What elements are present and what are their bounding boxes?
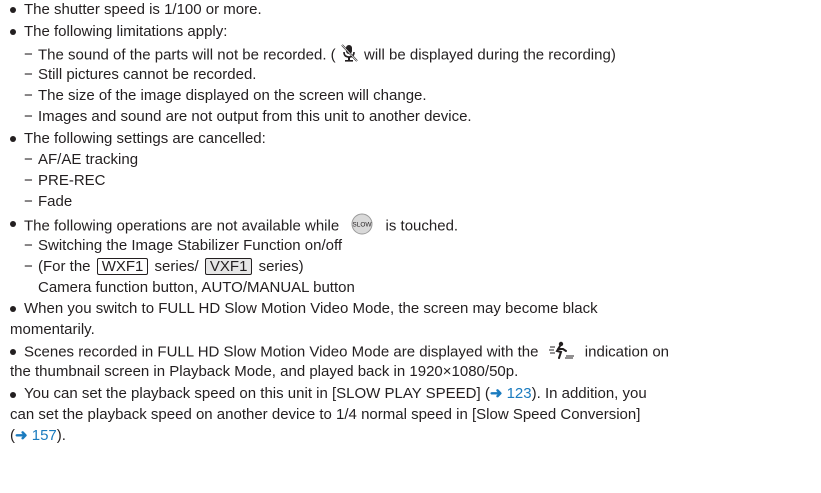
- bullet-screen-black-l2: momentarily.: [10, 321, 95, 338]
- bullet-settings-cancelled: The following settings are cancelled:: [24, 130, 266, 147]
- limitation-sound: − The sound of the parts will not be reco…: [24, 44, 616, 67]
- model-badge-wxf1: WXF1: [96, 258, 149, 275]
- operation-series-note: − (For the WXF1 series/ VXF1 series): [24, 258, 304, 275]
- svg-text:SLOW: SLOW: [353, 222, 373, 229]
- mute-microphone-icon: [340, 44, 360, 67]
- page-ref-arrow-icon: ➜: [15, 427, 28, 444]
- operation-camera-buttons: Camera function button, AUTO/MANUAL butt…: [38, 279, 355, 296]
- bullet-scenes-recorded-l2: the thumbnail screen in Playback Mode, a…: [10, 363, 519, 380]
- bullet-dot: [10, 306, 16, 312]
- bullet-dot: [10, 392, 16, 398]
- slow-motion-indication-icon: [548, 341, 575, 364]
- page-ref-arrow-icon: ➜: [489, 385, 503, 402]
- cancelled-pre-rec: − PRE-REC: [24, 172, 106, 189]
- limitation-image-size: − The size of the image displayed on the …: [24, 87, 427, 104]
- bullet-dot: [10, 29, 16, 35]
- bullet-dot: [10, 349, 16, 355]
- model-badge-vxf1: VXF1: [204, 258, 253, 275]
- bullet-playback-speed-l1: You can set the playback speed on this u…: [24, 385, 647, 402]
- page-ref-link-123[interactable]: 123: [507, 385, 532, 402]
- cancelled-fade: − Fade: [24, 193, 73, 210]
- slow-motion-button-icon: SLOW: [351, 213, 373, 240]
- bullet-playback-speed-l3: (➜ 157).: [10, 427, 66, 444]
- bullet-scenes-recorded-l1: Scenes recorded in FULL HD Slow Motion V…: [24, 341, 669, 364]
- limitation-output: − Images and sound are not output from th…: [24, 108, 472, 125]
- bullet-dot: [10, 136, 16, 142]
- cancelled-af-ae: − AF/AE tracking: [24, 151, 139, 168]
- page-ref-link-157[interactable]: 157: [32, 427, 57, 444]
- bullet-limitations: The following limitations apply:: [24, 23, 228, 40]
- bullet-dot: [10, 221, 16, 227]
- operation-stabilizer: − Switching the Image Stabilizer Function…: [24, 237, 343, 254]
- bullet-shutter-speed: The shutter speed is 1/100 or more.: [24, 1, 262, 18]
- bullet-dot: [10, 7, 16, 13]
- bullet-screen-black-l1: When you switch to FULL HD Slow Motion V…: [24, 300, 598, 317]
- bullet-playback-speed-l2: can set the playback speed on another de…: [10, 406, 641, 423]
- limitation-still-pictures: − Still pictures cannot be recorded.: [24, 66, 257, 83]
